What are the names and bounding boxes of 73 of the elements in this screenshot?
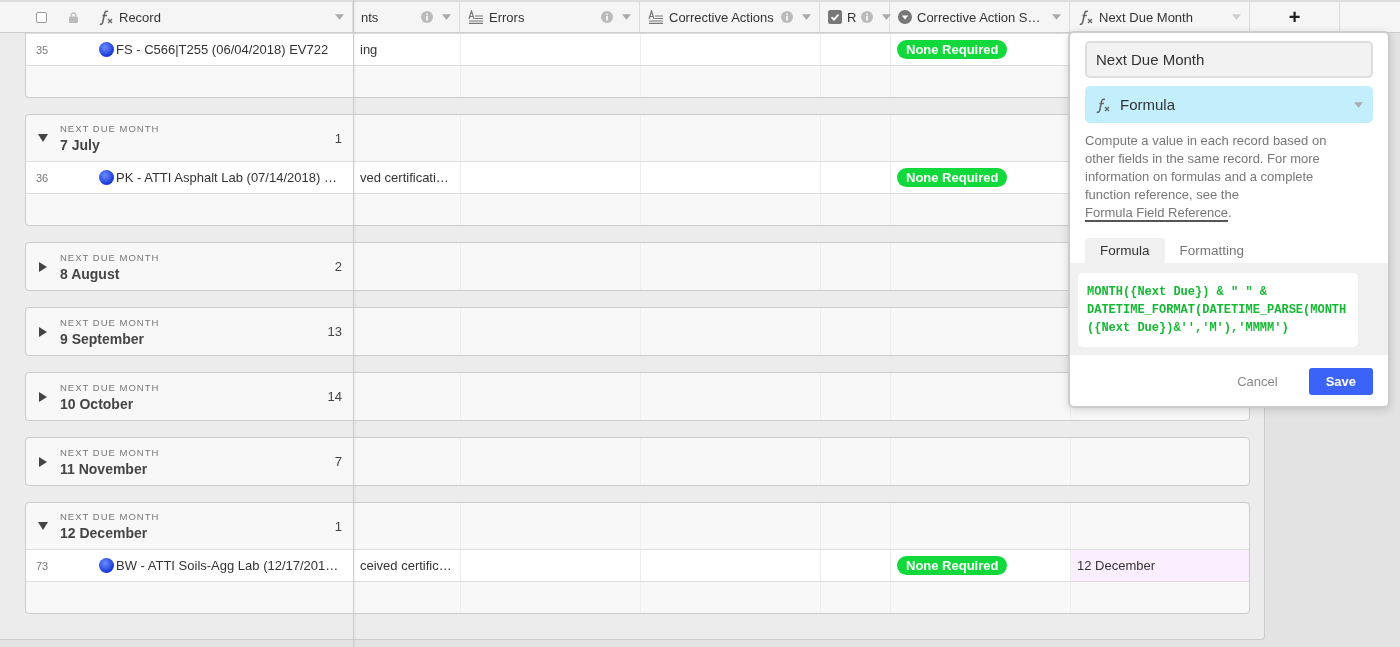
table-cell: PK - ATTI Asphalt Lab (07/14/2018) …	[116, 170, 337, 185]
formula-reference-link[interactable]: Formula Field Reference	[1085, 205, 1229, 222]
formula-icon	[98, 9, 114, 25]
group-label: NEXT DUE MONTH	[60, 511, 161, 522]
dot-icon	[99, 42, 114, 57]
group-count: 1	[334, 518, 343, 534]
dot-icon	[99, 170, 114, 185]
group-title: 7 July	[60, 137, 101, 153]
status-tag: None Required	[897, 168, 1008, 187]
caret-icon[interactable]	[442, 14, 451, 20]
table-cell: ing	[360, 42, 378, 57]
lock-icon	[69, 11, 78, 23]
dot-icon	[99, 558, 114, 573]
long-text-icon	[648, 10, 664, 24]
checkbox-icon	[828, 10, 842, 24]
caret-icon[interactable]	[882, 14, 892, 20]
table-cell: ceived certific…	[360, 558, 452, 573]
table-cell: ved certificati…	[360, 170, 449, 185]
group-count: 14	[327, 389, 343, 404]
row-number: 35	[35, 42, 50, 58]
editor-tab[interactable]: Formula	[1085, 238, 1165, 263]
info-icon[interactable]	[421, 11, 433, 23]
status-tag: None Required	[897, 40, 1008, 59]
field-type-dropdown[interactable]: Formula	[1085, 86, 1373, 123]
field-description: Compute a value in each record based on other fields in the same record. For more information on formulas and a complete function reference, see the Formula Field Reference.	[1085, 132, 1328, 222]
long-text-icon	[468, 10, 484, 24]
field-name-input[interactable]: Next Due Month	[1085, 41, 1373, 78]
expand-icon[interactable]	[38, 326, 48, 337]
group-title: 11 November	[60, 460, 149, 477]
column-header[interactable]: R	[820, 2, 890, 32]
column-header[interactable]: Corrective Actions	[640, 2, 820, 32]
formula-icon	[1078, 9, 1094, 25]
table-cell: BW - ATTI Soils-Agg Lab (12/17/201…	[116, 558, 339, 573]
select-icon	[898, 10, 912, 24]
info-icon[interactable]	[601, 11, 613, 23]
select-all-checkbox[interactable]	[36, 11, 47, 23]
caret-icon[interactable]	[1354, 101, 1363, 108]
cancel-button[interactable]: Cancel	[1220, 368, 1295, 395]
caret-icon[interactable]	[802, 14, 811, 20]
column-header[interactable]: Errors	[460, 2, 640, 32]
caret-icon[interactable]	[335, 14, 344, 20]
table-cell: FS - C566|T255 (06/04/2018) EV722	[116, 42, 329, 57]
group-count: 2	[334, 259, 343, 274]
group-label: NEXT DUE MONTH	[60, 123, 161, 134]
collapse-icon[interactable]	[38, 133, 48, 143]
table-cell: 12 December	[1077, 558, 1156, 573]
expand-icon[interactable]	[38, 391, 48, 402]
expand-icon[interactable]	[38, 261, 48, 272]
formula-icon	[1095, 96, 1111, 113]
group-label: NEXT DUE MONTH	[60, 446, 161, 458]
caret-icon[interactable]	[1052, 14, 1061, 20]
row-number: 73	[35, 558, 50, 574]
caret-icon[interactable]	[1232, 14, 1241, 20]
group-title: 9 September	[60, 330, 146, 347]
group-count: 7	[334, 454, 343, 469]
group-label: NEXT DUE MONTH	[60, 381, 161, 393]
editor-tab[interactable]: Formatting	[1164, 238, 1260, 263]
group-count: 1	[334, 130, 343, 146]
collapse-icon[interactable]	[38, 521, 48, 531]
caret-icon[interactable]	[622, 14, 631, 20]
column-header[interactable]: Corrective Action S…	[890, 2, 1070, 32]
group-label: NEXT DUE MONTH	[60, 316, 161, 328]
save-button[interactable]: Save	[1308, 368, 1373, 395]
info-icon[interactable]	[861, 11, 874, 23]
group-title: 10 October	[60, 395, 135, 412]
group-title: 12 December	[60, 525, 149, 541]
group-title: 8 August	[60, 265, 121, 282]
row-number: 36	[35, 170, 50, 186]
group-count: 13	[327, 324, 343, 339]
group-label: NEXT DUE MONTH	[60, 251, 161, 263]
info-icon[interactable]	[781, 11, 793, 23]
expand-icon[interactable]	[38, 456, 48, 467]
status-tag: None Required	[897, 556, 1008, 575]
